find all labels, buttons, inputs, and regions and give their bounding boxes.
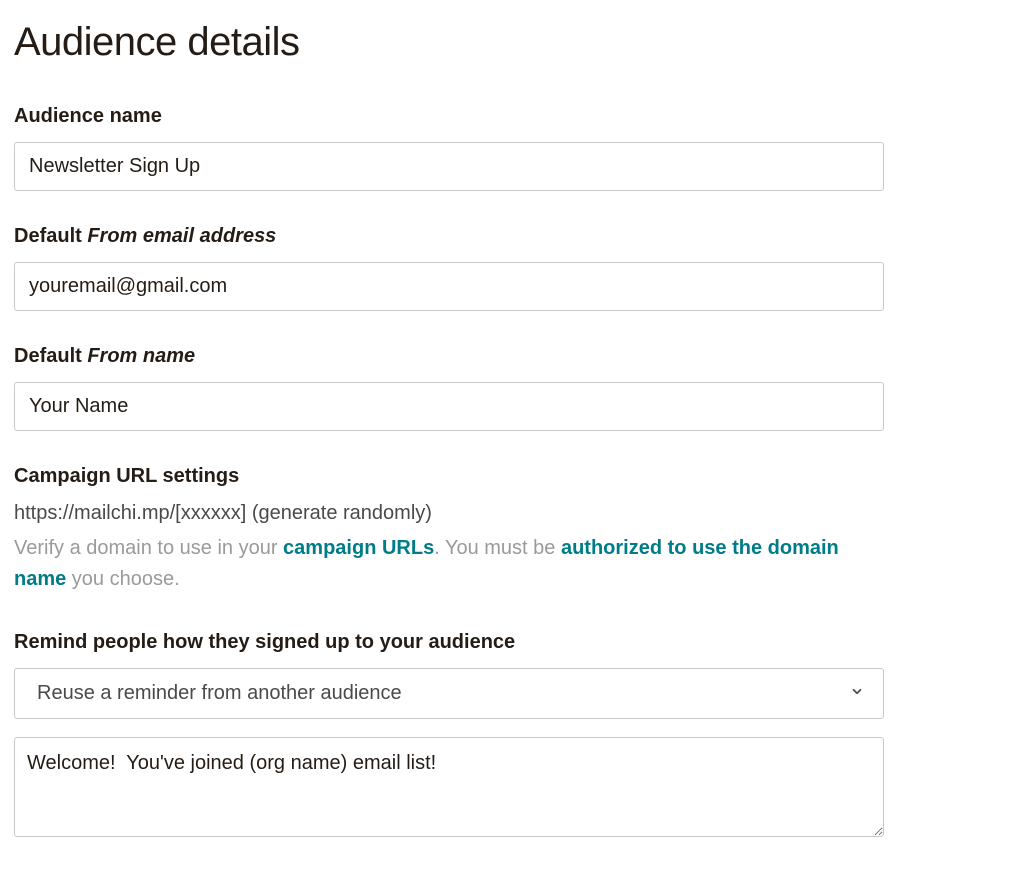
help-text-part3: you choose. bbox=[66, 568, 179, 590]
from-email-group: Default From email address bbox=[14, 225, 1010, 311]
from-email-label-italic: From email address bbox=[87, 225, 276, 247]
from-name-input[interactable] bbox=[14, 382, 884, 431]
page-title: Audience details bbox=[14, 20, 1010, 65]
from-name-group: Default From name bbox=[14, 345, 1010, 431]
campaign-url-value: https://mailchi.mp/[xxxxxx] (generate ra… bbox=[14, 502, 1010, 525]
from-email-label-prefix: Default bbox=[14, 225, 87, 247]
from-name-label-prefix: Default bbox=[14, 345, 87, 367]
reminder-select-wrap: Reuse a reminder from another audience bbox=[14, 668, 884, 719]
audience-name-input[interactable] bbox=[14, 142, 884, 191]
help-text-part1: Verify a domain to use in your bbox=[14, 537, 283, 559]
campaign-url-help: Verify a domain to use in your campaign … bbox=[14, 533, 884, 595]
campaign-url-section: Campaign URL settings https://mailchi.mp… bbox=[14, 465, 1010, 595]
help-text-part2: . You must be bbox=[434, 537, 561, 559]
reminder-select[interactable]: Reuse a reminder from another audience bbox=[14, 668, 884, 719]
reminder-header: Remind people how they signed up to your… bbox=[14, 631, 1010, 654]
from-email-label: Default From email address bbox=[14, 225, 1010, 248]
reminder-group: Remind people how they signed up to your… bbox=[14, 631, 1010, 842]
from-name-label: Default From name bbox=[14, 345, 1010, 368]
campaign-urls-link[interactable]: campaign URLs bbox=[283, 537, 434, 559]
from-email-input[interactable] bbox=[14, 262, 884, 311]
audience-name-group: Audience name bbox=[14, 105, 1010, 191]
audience-name-label: Audience name bbox=[14, 105, 1010, 128]
from-name-label-italic: From name bbox=[87, 345, 195, 367]
campaign-url-header: Campaign URL settings bbox=[14, 465, 1010, 488]
reminder-textarea[interactable] bbox=[14, 737, 884, 837]
